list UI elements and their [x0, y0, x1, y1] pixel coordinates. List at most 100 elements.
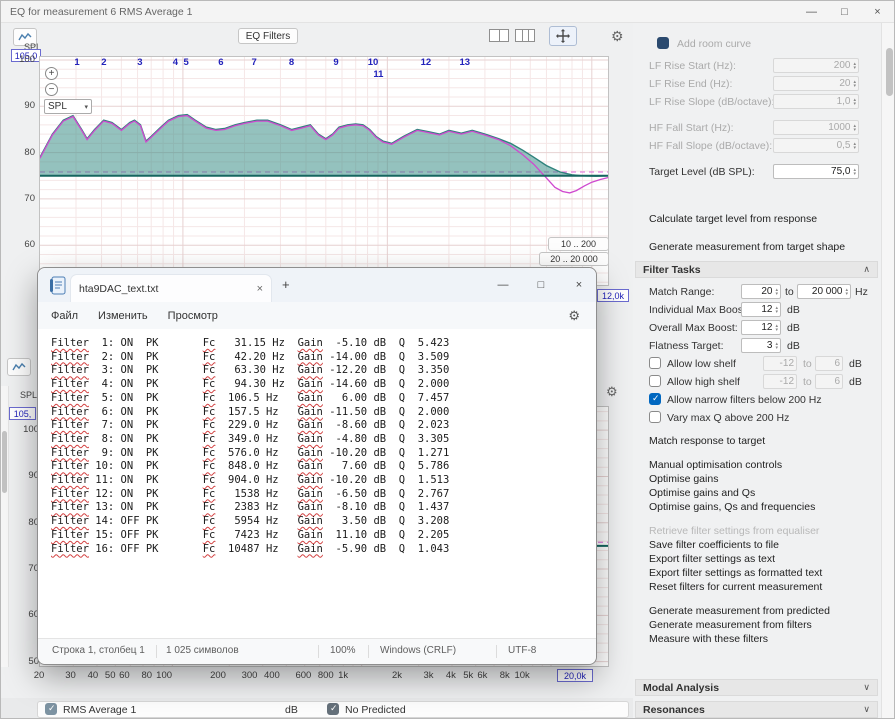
option-checkbox[interactable] — [649, 393, 661, 405]
graph1-freq-range-button[interactable]: 20 .. 20 000 — [539, 252, 609, 266]
filter-marker-13[interactable]: 13 — [459, 57, 470, 68]
target-field-value[interactable]: 1,0▴▾ — [773, 94, 859, 109]
filter-task-action[interactable]: Measure with these filters — [649, 633, 768, 645]
filter-marker-7[interactable]: 7 — [251, 57, 256, 68]
graph1-settings-gear-icon[interactable]: ⚙ — [611, 28, 624, 45]
target-field-value[interactable]: 75,0▴▾ — [773, 164, 859, 179]
boost-row-value[interactable]: 12▴▾ — [741, 320, 781, 335]
layout-two-pane-icon[interactable] — [489, 29, 509, 42]
add-room-curve-checkbox[interactable] — [657, 37, 669, 49]
graph1-spl-range-button[interactable]: 10 .. 200 — [548, 237, 609, 251]
generate-from-target-shape-action[interactable]: Generate measurement from target shape — [649, 241, 845, 253]
filter-marker-1[interactable]: 1 — [74, 57, 79, 68]
filter-marker-10[interactable]: 10 — [368, 57, 379, 68]
maximize-icon[interactable]: □ — [828, 1, 861, 23]
spinner-arrows-icon[interactable]: ▴▾ — [775, 324, 778, 332]
spinner-arrows-icon[interactable]: ▴▾ — [853, 62, 856, 70]
spinner-arrows-icon[interactable]: ▴▾ — [853, 142, 856, 150]
expand-chevron-icon[interactable]: ∨ — [863, 704, 870, 715]
graph2-x-max-box[interactable]: 20,0k — [557, 669, 593, 682]
layout-three-pane-icon[interactable] — [515, 29, 535, 42]
notepad-close-icon[interactable]: × — [560, 268, 598, 302]
calculate-target-level-action[interactable]: Calculate target level from response — [649, 213, 817, 225]
filter-marker-6[interactable]: 6 — [218, 57, 223, 68]
filter-task-action[interactable]: Export filter settings as formatted text — [649, 567, 822, 579]
pan-mode-button[interactable] — [549, 26, 577, 46]
filter-tasks-header[interactable]: Filter Tasks∧ — [635, 261, 878, 278]
filter-marker-8[interactable]: 8 — [289, 57, 294, 68]
section-header-modal-analysis[interactable]: Modal Analysis∨ — [635, 679, 878, 696]
spinner-arrows-icon[interactable]: ▴▾ — [853, 80, 856, 88]
filter-marker-5[interactable]: 5 — [183, 57, 188, 68]
minimize-icon[interactable]: — — [795, 1, 828, 23]
notepad-tab[interactable]: hta9DAC_text.txt × — [70, 274, 272, 302]
notepad-minimize-icon[interactable]: — — [484, 268, 522, 302]
target-field-value[interactable]: 1000▴▾ — [773, 120, 859, 135]
filter-task-action[interactable]: Generate measurement from filters — [649, 619, 812, 631]
match-range-to[interactable]: 20 000▴▾ — [797, 284, 851, 299]
zoom-in-icon[interactable]: + — [45, 67, 58, 80]
measurement-checkbox[interactable] — [45, 703, 57, 715]
right-scrollbar-track[interactable] — [881, 23, 895, 719]
target-field-value[interactable]: 200▴▾ — [773, 58, 859, 73]
line-ending-status[interactable]: Windows (CRLF) — [380, 645, 456, 656]
filter-marker-2[interactable]: 2 — [101, 57, 106, 68]
option-checkbox[interactable] — [649, 411, 661, 423]
filter-task-action[interactable]: Match response to target — [649, 435, 765, 447]
filter-task-action[interactable]: Manual optimisation controls — [649, 459, 782, 471]
boost-row-value[interactable]: 12▴▾ — [741, 302, 781, 317]
notepad-maximize-icon[interactable]: □ — [522, 268, 560, 302]
notepad-menu-item-0[interactable]: Файл — [51, 310, 78, 322]
spinner-arrows-icon[interactable]: ▴▾ — [775, 342, 778, 350]
notepad-settings-gear-icon[interactable]: ⚙ — [568, 308, 580, 324]
tab-close-icon[interactable]: × — [257, 283, 263, 295]
match-range-from[interactable]: 20▴▾ — [741, 284, 781, 299]
shelf-checkbox[interactable] — [649, 357, 661, 369]
graph1-axis-end-box[interactable]: 12,0k — [597, 289, 629, 302]
filter-marker-9[interactable]: 9 — [333, 57, 338, 68]
graph1-unit-select[interactable]: SPL ▾ — [44, 99, 92, 114]
notepad-title-bar[interactable]: hta9DAC_text.txt × + — □ × — [38, 268, 596, 302]
target-field-value[interactable]: 20▴▾ — [773, 76, 859, 91]
spinner-arrows-icon[interactable]: ▴▾ — [845, 288, 848, 296]
notepad-menu-item-1[interactable]: Изменить — [98, 310, 148, 322]
zoom-status[interactable]: 100% — [330, 645, 356, 656]
shelf-to-value[interactable]: 6 — [815, 356, 843, 371]
spinner-arrows-icon[interactable]: ▴▾ — [853, 168, 856, 176]
filter-task-action[interactable]: Optimise gains, Qs and frequencies — [649, 501, 815, 513]
shelf-to-value[interactable]: 6 — [815, 374, 843, 389]
filter-task-action[interactable]: Export filter settings as text — [649, 553, 775, 565]
target-field-value[interactable]: 0,5▴▾ — [773, 138, 859, 153]
spinner-arrows-icon[interactable]: ▴▾ — [853, 124, 856, 132]
filter-marker-3[interactable]: 3 — [137, 57, 142, 68]
filter-task-action[interactable]: Generate measurement from predicted — [649, 605, 830, 617]
shelf-checkbox[interactable] — [649, 375, 661, 387]
collapse-chevron-icon[interactable]: ∧ — [863, 264, 870, 275]
new-tab-plus-icon[interactable]: + — [282, 277, 290, 292]
capture-graph2-button[interactable] — [7, 358, 31, 376]
section-header-resonances[interactable]: Resonances∨ — [635, 701, 878, 718]
spinner-arrows-icon[interactable]: ▴▾ — [775, 306, 778, 314]
close-icon[interactable]: × — [861, 1, 894, 23]
filter-marker-12[interactable]: 12 — [421, 57, 432, 68]
left-scrollbar-track[interactable] — [1, 386, 9, 667]
right-scrollbar-thumb[interactable] — [886, 48, 893, 96]
filter-marker-4[interactable]: 4 — [173, 57, 178, 68]
filter-marker-11[interactable]: 11 — [373, 69, 383, 80]
no-predicted-checkbox[interactable] — [327, 703, 339, 715]
filter-task-action[interactable]: Save filter coefficients to file — [649, 539, 779, 551]
spinner-arrows-icon[interactable]: ▴▾ — [775, 288, 778, 296]
spinner-arrows-icon[interactable]: ▴▾ — [853, 98, 856, 106]
boost-row-value[interactable]: 3▴▾ — [741, 338, 781, 353]
zoom-out-icon[interactable]: − — [45, 83, 58, 96]
shelf-from-value[interactable]: -12 — [763, 374, 797, 389]
graph2-settings-gear-icon[interactable]: ⚙ — [606, 384, 618, 400]
shelf-from-value[interactable]: -12 — [763, 356, 797, 371]
filter-task-action[interactable]: Reset filters for current measurement — [649, 581, 822, 593]
notepad-text-area[interactable]: Filter 1: ON PK Fc 31.15 Hz Gain -5.10 d… — [38, 329, 596, 638]
eq-filters-button[interactable]: EQ Filters — [238, 28, 298, 44]
left-scrollbar-thumb[interactable] — [2, 431, 7, 493]
encoding-status[interactable]: UTF-8 — [508, 645, 536, 656]
expand-chevron-icon[interactable]: ∨ — [863, 682, 870, 693]
graph1-plot[interactable] — [39, 56, 609, 286]
